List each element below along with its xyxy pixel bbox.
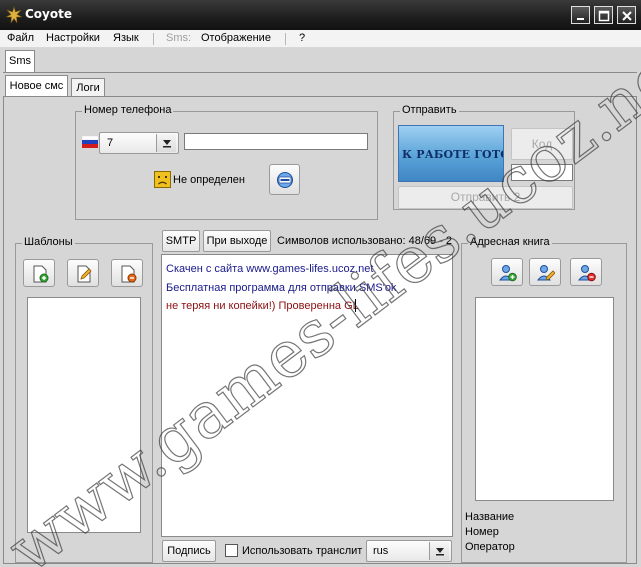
send2-button[interactable]: Отправить 2 (398, 186, 573, 209)
address-book-group-title: Адресная книга (468, 236, 552, 248)
edit-contact-icon (537, 265, 555, 281)
menu-settings[interactable]: Настройки (46, 32, 100, 44)
detect-operator-button[interactable] (269, 164, 300, 195)
phone-group-title: Номер телефона (82, 104, 174, 116)
minimize-icon (577, 18, 584, 20)
operator-status-text: Не определен (173, 174, 245, 186)
message-line: не теряя ни копейки!) Проверенна GL (166, 300, 359, 312)
delete-document-icon (121, 265, 137, 283)
close-button[interactable] (617, 6, 636, 24)
text-cursor (355, 299, 356, 312)
tab-strip-line (3, 72, 637, 73)
menu-help[interactable]: ? (299, 32, 305, 44)
tab-sms[interactable]: Sms (5, 50, 35, 72)
contact-operator-label: Оператор (465, 541, 515, 553)
send-group-title: Отправить (400, 104, 459, 116)
window-title: Coyote (25, 7, 72, 21)
edit-document-icon (77, 265, 92, 283)
title-bar: Coyote (0, 0, 641, 30)
contact-name-label: Название (465, 511, 515, 523)
menu-sms: Sms: (166, 32, 192, 44)
code-input[interactable] (511, 164, 573, 181)
delete-contact-icon (578, 265, 596, 282)
contact-number-label: Номер (465, 526, 499, 538)
tab-smtp[interactable]: SMTP (162, 230, 200, 252)
country-code-value: 7 (107, 137, 114, 149)
delete-contact-button[interactable] (570, 258, 602, 286)
tab-on-exit[interactable]: При выходе (203, 230, 271, 252)
arrow-down-icon (163, 140, 171, 148)
templates-list[interactable] (27, 297, 141, 533)
message-line: Скачен с сайта www.games-lifes.ucoz.net (166, 263, 374, 275)
arrow-down-icon (436, 548, 444, 556)
add-contact-icon (499, 265, 517, 282)
sad-face-icon (154, 171, 171, 188)
menu-display[interactable]: Отображение (201, 32, 271, 44)
language-value: rus (373, 545, 389, 557)
add-contact-button[interactable] (491, 258, 523, 286)
tab-logs[interactable]: Логи (71, 78, 105, 97)
maximize-button[interactable] (594, 6, 613, 24)
address-book-list[interactable] (475, 297, 614, 501)
tab-new-sms[interactable]: Новое смс (5, 75, 68, 97)
character-counter: Символов использовано: 48/69 - 2 (277, 235, 453, 247)
tab-signature[interactable]: Подпись (162, 540, 216, 562)
minimize-button[interactable] (571, 6, 590, 24)
captcha-text: К РАБОТЕ ГОТОВ (402, 148, 503, 161)
phone-number-group: Номер телефона (75, 104, 378, 220)
edit-template-button[interactable] (67, 259, 99, 287)
country-code-dropdown-button[interactable] (156, 134, 176, 152)
translit-label: Использовать транслит (242, 545, 363, 557)
message-textarea[interactable]: Скачен с сайта www.games-lifes.ucoz.net … (161, 254, 453, 537)
captcha-image: К РАБОТЕ ГОТОВ (398, 125, 504, 182)
menu-bar: Файл Настройки Язык Sms: Отображение ? (0, 30, 641, 48)
operator-globe-icon (277, 172, 293, 188)
menu-separator (153, 33, 154, 45)
delete-template-button[interactable] (111, 259, 143, 287)
menu-file[interactable]: Файл (7, 32, 34, 44)
translit-checkbox[interactable] (225, 544, 238, 557)
language-select[interactable]: rus (366, 540, 452, 562)
message-line: Бесплатная программа для отправки SMS'ok (166, 282, 397, 294)
add-document-icon (33, 265, 49, 283)
templates-group-title: Шаблоны (22, 236, 75, 248)
phone-number-input[interactable] (184, 133, 368, 150)
language-dropdown-button[interactable] (429, 542, 449, 560)
code-button[interactable]: Код (511, 128, 573, 160)
add-template-button[interactable] (23, 259, 55, 287)
edit-contact-button[interactable] (529, 258, 561, 286)
russia-flag-icon (82, 136, 98, 148)
close-icon (622, 11, 632, 21)
menu-separator (285, 33, 286, 45)
coyote-app-icon (5, 6, 23, 24)
maximize-icon (598, 10, 610, 22)
country-code-select[interactable]: 7 (99, 132, 179, 154)
menu-language[interactable]: Язык (113, 32, 139, 44)
